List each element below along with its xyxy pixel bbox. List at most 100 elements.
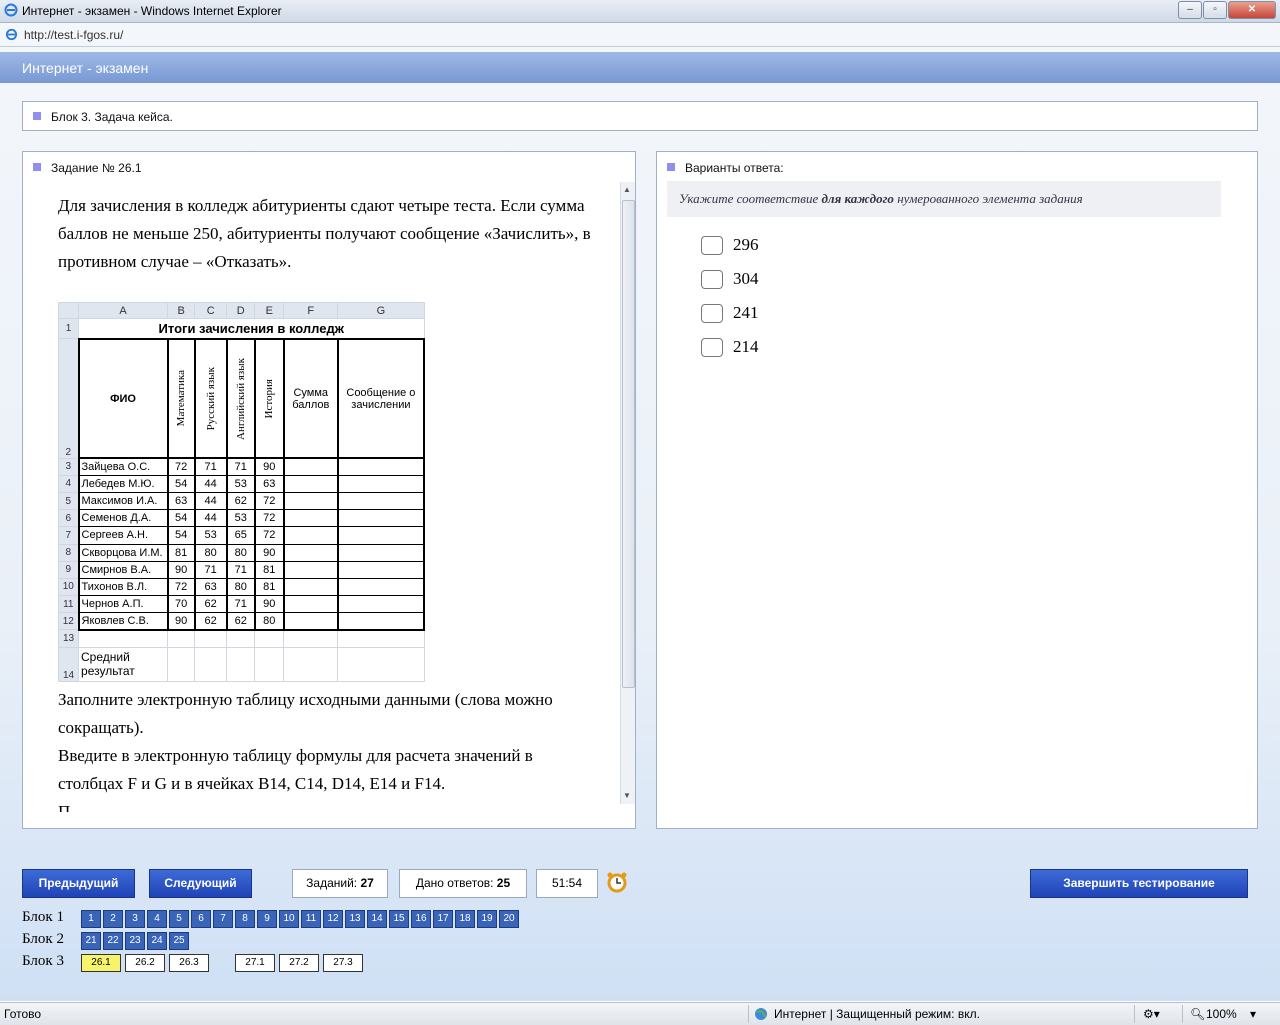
answer-label[interactable]: 304 [733,269,759,289]
cell-eng: 65 [225,526,256,545]
question-nav-4[interactable]: 4 [147,910,167,928]
task-intro: Для зачисления в колледж абитуриенты сда… [58,196,591,271]
zoom-level[interactable]: 100% [1206,1007,1237,1021]
question-nav-13[interactable]: 13 [345,910,365,928]
scroll-thumb[interactable] [622,200,635,688]
header-msg: Сообщение о зачислении [336,337,426,460]
bullet-square-icon [667,163,675,171]
question-nav-9[interactable]: 9 [257,910,277,928]
cell-rus: 44 [193,491,228,511]
question-nav-3[interactable]: 3 [125,910,145,928]
scroll-down-icon[interactable]: ▼ [623,791,631,800]
task-scrollbar[interactable]: ▲ ▼ [620,182,635,804]
col-header: B [167,301,196,320]
question-nav-16[interactable]: 16 [411,910,431,928]
cell-sum [282,457,339,476]
cell-sum [282,612,339,631]
question-nav-2[interactable]: 2 [103,910,123,928]
cell-hist: 72 [253,526,285,545]
scroll-up-icon[interactable]: ▲ [623,185,631,194]
question-nav-18[interactable]: 18 [455,910,475,928]
question-nav-11[interactable]: 11 [301,910,321,928]
question-nav-15[interactable]: 15 [389,910,409,928]
question-nav-22[interactable]: 22 [103,932,123,950]
question-nav-24[interactable]: 24 [147,932,167,950]
task-title: Задание № 26.1 [51,161,142,175]
bullet-square-icon [33,112,41,120]
question-nav-8[interactable]: 8 [235,910,255,928]
zoom-dropdown-icon[interactable]: ▾ [1250,1007,1256,1021]
answer-checkbox[interactable] [701,338,723,357]
corner-cell [57,301,80,320]
cell-sum [282,577,339,597]
table-row: 11 Чернов А.П. 70 62 71 90 [57,595,426,614]
question-nav-26-3[interactable]: 26.3 [169,954,209,972]
cell-hist: 72 [253,491,285,511]
table-row: 12 Яковлев С.В. 90 62 62 80 [57,612,426,631]
cell-eng: 71 [225,595,256,614]
cell-msg [336,543,426,562]
col-header: A [78,301,169,320]
prev-button[interactable]: Предыдущий [22,869,135,898]
question-nav-12[interactable]: 12 [323,910,343,928]
question-nav-5[interactable]: 5 [169,910,189,928]
question-nav-7[interactable]: 7 [213,910,233,928]
question-nav-27-1[interactable]: 27.1 [235,954,275,972]
cell-hist: 72 [253,509,285,528]
question-nav-26-2[interactable]: 26.2 [125,954,165,972]
cell-math: 54 [166,509,196,528]
question-nav-21[interactable]: 21 [81,932,101,950]
cell-rus: 62 [193,612,228,631]
question-nav-27-3[interactable]: 27.3 [323,954,363,972]
table-row: 10 Тихонов В.Л. 72 63 80 81 [57,577,426,597]
bullet-square-icon [33,163,41,171]
block-title: Блок 3. Задача кейса. [51,110,173,124]
url-text[interactable]: http://test.i-fgos.ru/ [24,28,123,42]
page-ie-icon [5,28,18,41]
hint-bold: для каждого [821,191,894,206]
header-fio: ФИО [77,337,169,460]
question-nav-19[interactable]: 19 [477,910,497,928]
cell-math: 72 [166,457,196,476]
row-number: 4 [57,474,80,493]
finish-test-button[interactable]: Завершить тестирование [1030,869,1248,898]
tasks-value: 27 [360,876,374,890]
cell-rus: 62 [193,595,228,614]
question-nav-6[interactable]: 6 [191,910,211,928]
protected-mode-icon[interactable]: ⚙▾ [1143,1007,1160,1021]
close-window-button[interactable]: ✕ [1228,1,1276,19]
maximize-button[interactable]: ▫ [1203,1,1227,19]
answer-label[interactable]: 296 [733,235,759,255]
status-bar: Готово Интернет | Защищенный режим: вкл.… [0,1002,1280,1025]
answer-checkbox[interactable] [701,236,723,255]
instructions-trailing: П... [58,802,84,812]
answer-label[interactable]: 214 [733,337,759,357]
ie-logo-icon [4,3,18,17]
zoom-icon[interactable]: 🔍︎ [1190,1007,1205,1021]
col-header: C [194,301,228,320]
question-nav-25[interactable]: 25 [169,932,189,950]
cell-rus: 44 [193,474,228,493]
answer-label[interactable]: 241 [733,303,759,323]
address-bar[interactable]: http://test.i-fgos.ru/ [0,23,1280,47]
question-nav-1[interactable]: 1 [81,910,101,928]
question-nav-17[interactable]: 17 [433,910,453,928]
cell-rus: 53 [193,526,228,545]
cell-eng: 80 [225,543,256,562]
question-nav-26-1[interactable]: 26.1 [81,954,121,972]
cell-name: Смирнов В.А. [77,560,169,579]
minimize-button[interactable]: – [1178,1,1202,19]
cell-msg [336,509,426,528]
header-hist: История [263,378,276,419]
answer-checkbox[interactable] [701,304,723,323]
question-nav-20[interactable]: 20 [499,910,519,928]
question-nav-14[interactable]: 14 [367,910,387,928]
instructions-2: Введите в электронную таблицу формулы дл… [58,746,533,793]
question-nav-23[interactable]: 23 [125,932,145,950]
question-nav-27-2[interactable]: 27.2 [279,954,319,972]
answer-checkbox[interactable] [701,270,723,289]
question-nav-10[interactable]: 10 [279,910,299,928]
next-button[interactable]: Следующий [149,869,252,898]
window-titlebar: Интернет - экзамен - Windows Internet Ex… [0,0,1280,23]
cell-msg [336,491,426,511]
